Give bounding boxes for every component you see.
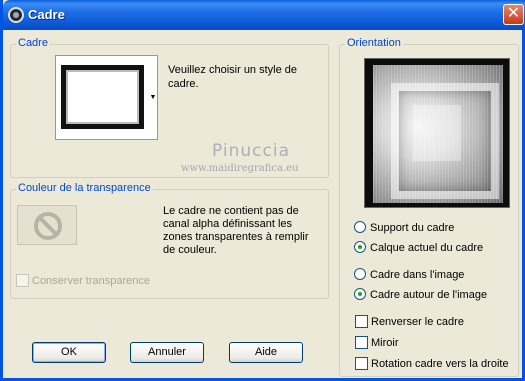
orientation-group-label: Orientation [345,37,403,49]
checkbox-box [16,273,29,287]
rotate-right-checkbox[interactable]: Rotation cadre vers la droite [355,356,509,372]
frame-style-group-label: Cadre [16,37,50,49]
frame-style-picker[interactable]: ▼ [55,55,158,140]
transparency-message: Le cadre ne contient pas de canal alpha … [163,205,309,256]
rotate-right-label: Rotation cadre vers la droite [371,358,509,370]
transparency-color-swatch [17,205,77,245]
checkbox-box [355,335,368,349]
frame-style-preview [61,65,144,129]
radio-frame-around-label: Cadre autour de l'image [370,289,488,301]
watermark-url: www.maidiregrafica.eu [181,163,299,174]
frame-style-help-text: Veuillez choisir un style de cadre. [168,64,298,90]
app-icon [8,7,24,23]
window-title: Cadre [28,7,65,22]
radio-frame-inside[interactable]: Cadre dans l'image [354,268,464,283]
radio-circle-selected [354,241,366,254]
preserve-transparency-checkbox: Conserver transparence [16,273,151,289]
checkbox-box [355,356,368,370]
radio-frame-inside-label: Cadre dans l'image [370,269,465,281]
watermark-name: Pinuccia [212,141,290,161]
radio-frame-support-label: Support du cadre [370,222,455,234]
radio-frame-around[interactable]: Cadre autour de l'image [354,288,487,303]
mirror-label: Miroir [371,337,399,349]
flip-frame-checkbox[interactable]: Renverser le cadre [355,314,464,330]
transparency-group-label: Couleur de la transparence [16,182,153,194]
forbidden-icon [34,212,62,240]
help-button[interactable]: Aide [229,342,303,363]
radio-circle-selected [354,288,366,301]
preserve-transparency-label: Conserver transparence [32,275,151,287]
radio-current-layer-label: Calque actuel du cadre [370,242,484,254]
orientation-preview-image [373,65,503,203]
cancel-button[interactable]: Annuler [130,342,204,363]
close-button[interactable]: ✕ [503,4,524,25]
mirror-checkbox[interactable]: Miroir [355,335,399,351]
radio-current-layer[interactable]: Calque actuel du cadre [354,241,483,256]
radio-frame-support[interactable]: Support du cadre [354,221,454,236]
radio-circle [354,221,366,234]
checkbox-box [355,314,368,328]
ok-button[interactable]: OK [32,342,106,363]
orientation-preview [364,58,510,208]
radio-circle [354,268,366,281]
flip-frame-label: Renverser le cadre [371,316,464,328]
chevron-down-icon[interactable]: ▼ [148,56,158,139]
title-bar[interactable]: Cadre ✕ [3,0,525,30]
